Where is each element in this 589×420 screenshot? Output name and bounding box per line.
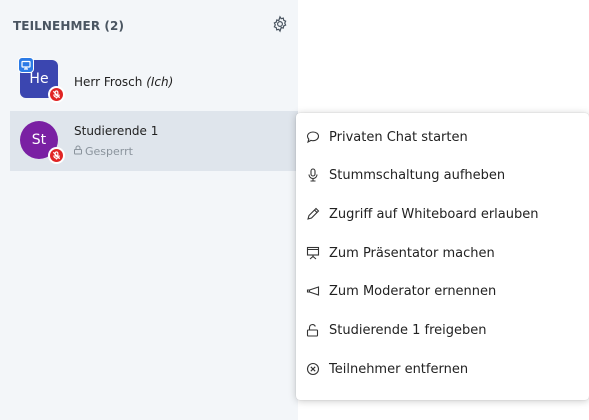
you-label: (Ich): [146, 75, 174, 89]
user-row-herr-frosch[interactable]: He Herr Frosch (Ich): [10, 52, 298, 112]
muted-mic-icon: [48, 86, 65, 103]
menu-item-label: Studierende 1 freigeben: [329, 322, 487, 338]
menu-item-start-private-chat[interactable]: Privaten Chat starten: [296, 118, 589, 156]
megaphone-icon: [306, 284, 320, 298]
menu-item-unlock-user[interactable]: Studierende 1 freigeben: [296, 311, 589, 349]
menu-item-label: Zum Moderator ernennen: [329, 283, 497, 299]
menu-item-make-moderator[interactable]: Zum Moderator ernennen: [296, 272, 589, 310]
user-name-text: Herr Frosch: [74, 75, 143, 89]
gear-icon[interactable]: [271, 15, 289, 33]
remove-circle-icon: [306, 362, 320, 376]
lock-icon: [73, 145, 83, 158]
menu-item-make-presenter[interactable]: Zum Präsentator machen: [296, 234, 589, 272]
user-row-studierende-1[interactable]: St Studierende 1 Gesperrt: [10, 111, 298, 171]
avatar-initials: He: [29, 71, 49, 87]
menu-item-label: Zugriff auf Whiteboard erlauben: [329, 206, 539, 222]
panel-header: TEILNEHMER (2): [0, 0, 298, 48]
menu-item-unmute[interactable]: Stummschaltung aufheben: [296, 156, 589, 194]
menu-item-label: Privaten Chat starten: [329, 129, 468, 145]
microphone-icon: [306, 168, 320, 182]
user-context-menu: Privaten Chat starten Stummschaltung auf…: [296, 113, 589, 400]
unlock-icon: [306, 323, 320, 337]
avatar-initials: St: [31, 132, 47, 148]
chat-bubble-icon: [306, 130, 320, 144]
pencil-icon: [306, 207, 320, 221]
menu-item-label: Zum Präsentator machen: [329, 245, 495, 261]
user-name: Studierende 1: [74, 124, 159, 138]
menu-item-label: Stummschaltung aufheben: [329, 167, 506, 183]
user-status: Gesperrt: [73, 145, 133, 158]
presenter-icon: [18, 57, 34, 73]
menu-item-label: Teilnehmer entfernen: [329, 361, 469, 377]
panel-title: TEILNEHMER (2): [13, 19, 125, 33]
status-text: Gesperrt: [85, 145, 133, 158]
menu-item-allow-whiteboard[interactable]: Zugriff auf Whiteboard erlauben: [296, 195, 589, 233]
user-list-panel: TEILNEHMER (2) He Herr Frosch (Ich) St S…: [0, 0, 298, 420]
menu-item-remove-participant[interactable]: Teilnehmer entfernen: [296, 350, 589, 388]
muted-mic-icon: [48, 147, 65, 164]
user-name: Herr Frosch (Ich): [74, 75, 173, 89]
presentation-icon: [306, 246, 320, 260]
